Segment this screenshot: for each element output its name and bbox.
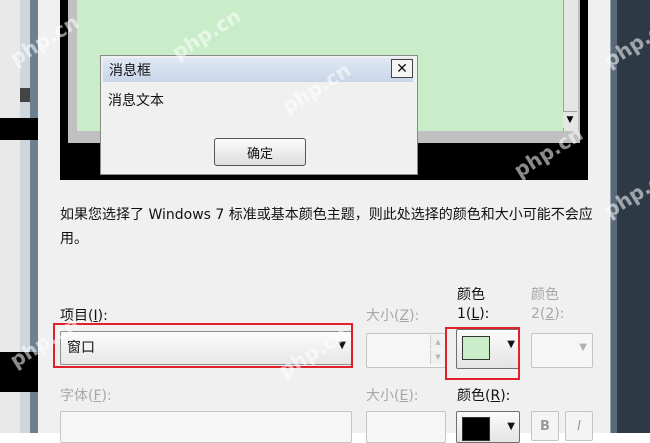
- scroll-down-arrow-icon[interactable]: ▼: [563, 111, 577, 128]
- message-box-title-bar[interactable]: 消息框: [103, 58, 413, 82]
- font-dropdown[interactable]: [60, 411, 352, 443]
- font-color-swatch: [462, 417, 490, 441]
- item-highlight-box: [53, 323, 353, 368]
- message-box-text: 消息文本: [108, 93, 164, 109]
- font-label: 字体(F):: [60, 388, 112, 404]
- font-size-spinner[interactable]: [366, 411, 446, 443]
- color1-highlight-box: [445, 327, 520, 380]
- font-size-label: 大小(E):: [366, 388, 419, 404]
- theme-warning-text: 如果您选择了 Windows 7 标准或基本颜色主题，则此处选择的颜色和大小可能…: [60, 207, 593, 247]
- italic-button[interactable]: I: [565, 411, 593, 441]
- spin-up-icon[interactable]: ▲: [430, 335, 445, 349]
- item-label: 项目(I):: [60, 308, 108, 324]
- background-window-edge: [0, 0, 38, 433]
- color2-label: 颜色 2(2):: [531, 287, 565, 322]
- chevron-down-icon: ▼: [579, 342, 587, 353]
- bold-button[interactable]: B: [531, 411, 559, 441]
- size-label: 大小(Z):: [366, 308, 420, 324]
- spin-down-icon[interactable]: ▼: [430, 350, 445, 364]
- close-icon[interactable]: ✕: [391, 59, 413, 78]
- preview-message-box[interactable]: 消息框 ✕ 消息文本 确定: [100, 55, 418, 175]
- color1-label: 颜色 1(L):: [457, 287, 490, 322]
- message-box-ok-button[interactable]: 确定: [214, 138, 306, 166]
- window-frame-right: [611, 0, 650, 433]
- chevron-down-icon: ▼: [507, 421, 515, 432]
- font-color-picker-button[interactable]: ▼: [456, 411, 520, 443]
- message-box-title: 消息框: [109, 63, 151, 79]
- size-spinner[interactable]: ▲ ▼: [366, 333, 446, 368]
- color2-picker-button[interactable]: ▼: [531, 333, 593, 368]
- font-color-label: 颜色(R):: [457, 388, 511, 404]
